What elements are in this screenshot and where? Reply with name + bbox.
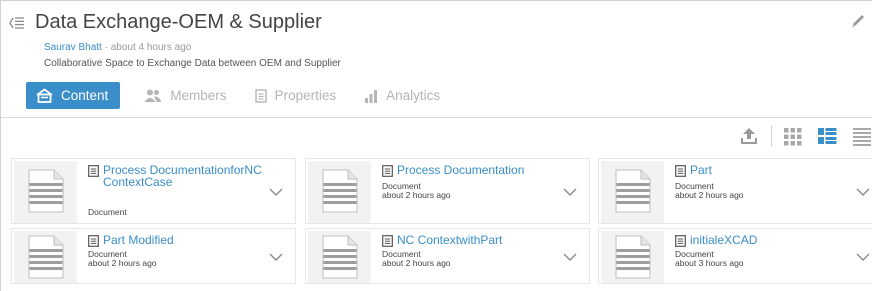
tab-content[interactable]: Content <box>26 82 121 109</box>
chevron-down-icon[interactable] <box>563 184 577 196</box>
document-thumbnail[interactable] <box>601 231 664 283</box>
document-icon <box>382 235 393 247</box>
collapse-sidebar-icon[interactable] <box>9 15 25 31</box>
edit-pencil-icon[interactable] <box>847 11 867 31</box>
card-title-row: Process DocumentationforNCContextCase <box>88 164 268 188</box>
tab-analytics[interactable]: Analytics <box>354 82 450 109</box>
card-title-row: Part Modified <box>88 234 263 247</box>
card-title-link[interactable]: initialeXCAD <box>690 234 757 246</box>
document-thumbnail[interactable] <box>14 161 77 223</box>
card-time: about 2 hours ago <box>675 190 744 200</box>
content-card[interactable]: Part Modified Document about 2 hours ago <box>11 228 296 284</box>
members-icon <box>144 89 162 102</box>
chevron-down-icon[interactable] <box>269 249 283 261</box>
document-thumbnail[interactable] <box>14 231 77 283</box>
document-thumbnail[interactable] <box>601 161 664 223</box>
thumbnail-grid-icon[interactable] <box>782 125 804 147</box>
card-title-link[interactable]: Part Modified <box>103 234 174 246</box>
document-thumbnail[interactable] <box>308 231 371 283</box>
card-type: Document <box>88 207 127 217</box>
tab-bar: Content Members Properties Analytics <box>26 82 458 109</box>
toolbar-separator <box>771 125 772 147</box>
content-card[interactable]: Process DocumentationforNCContextCase Do… <box>11 158 296 224</box>
list-view-icon[interactable] <box>851 125 872 147</box>
content-card[interactable]: initialeXCAD Document about 3 hours ago <box>598 228 872 284</box>
tile-view-icon[interactable] <box>816 125 838 147</box>
card-title-link[interactable]: Process DocumentationforNCContextCase <box>103 164 268 188</box>
owner-meta: Saurav Bhatt · about 4 hours ago <box>44 42 191 53</box>
analytics-icon <box>365 89 378 103</box>
tab-label: Members <box>170 88 227 103</box>
card-time: about 2 hours ago <box>382 190 451 200</box>
document-thumbnail[interactable] <box>308 161 371 223</box>
created-time: about 4 hours ago <box>110 42 192 53</box>
content-card[interactable]: Process Documentation Document about 2 h… <box>305 158 590 224</box>
tab-properties[interactable]: Properties <box>245 82 347 109</box>
card-time: about 3 hours ago <box>675 258 744 268</box>
content-card[interactable]: NC ContextwithPart Document about 2 hour… <box>305 228 590 284</box>
document-icon <box>88 165 99 177</box>
document-icon <box>675 165 686 177</box>
card-time: about 2 hours ago <box>88 258 157 268</box>
chevron-down-icon[interactable] <box>563 249 577 261</box>
card-title-link[interactable]: Part <box>690 164 712 176</box>
space-header: Data Exchange-OEM & Supplier Saurav Bhat… <box>1 1 872 117</box>
document-icon <box>675 235 686 247</box>
tab-label: Analytics <box>386 88 441 103</box>
card-title-row: Process Documentation <box>382 164 557 177</box>
card-title-row: NC ContextwithPart <box>382 234 557 247</box>
card-title-row: initialeXCAD <box>675 234 850 247</box>
card-time: about 2 hours ago <box>382 258 451 268</box>
content-card[interactable]: Part Document about 2 hours ago <box>598 158 872 224</box>
upload-icon[interactable] <box>738 125 760 147</box>
page-title: Data Exchange-OEM & Supplier <box>35 11 322 33</box>
chevron-down-icon[interactable] <box>269 184 283 196</box>
tab-members[interactable]: Members <box>134 82 236 109</box>
document-icon <box>382 165 393 177</box>
header-divider <box>1 117 872 118</box>
properties-icon <box>254 88 267 103</box>
card-title-link[interactable]: NC ContextwithPart <box>397 234 502 246</box>
space-panel: Data Exchange-OEM & Supplier Saurav Bhat… <box>0 0 872 291</box>
chevron-down-icon[interactable] <box>856 249 870 261</box>
meta-separator: · <box>101 42 111 53</box>
tab-label: Content <box>61 88 109 103</box>
document-icon <box>88 235 99 247</box>
space-description: Collaborative Space to Exchange Data bet… <box>44 58 341 69</box>
tab-label: Properties <box>274 88 337 103</box>
content-icon <box>36 88 53 103</box>
card-title-link[interactable]: Process Documentation <box>397 164 524 176</box>
card-title-row: Part <box>675 164 850 177</box>
author-link[interactable]: Saurav Bhatt <box>44 42 102 53</box>
chevron-down-icon[interactable] <box>856 184 870 196</box>
